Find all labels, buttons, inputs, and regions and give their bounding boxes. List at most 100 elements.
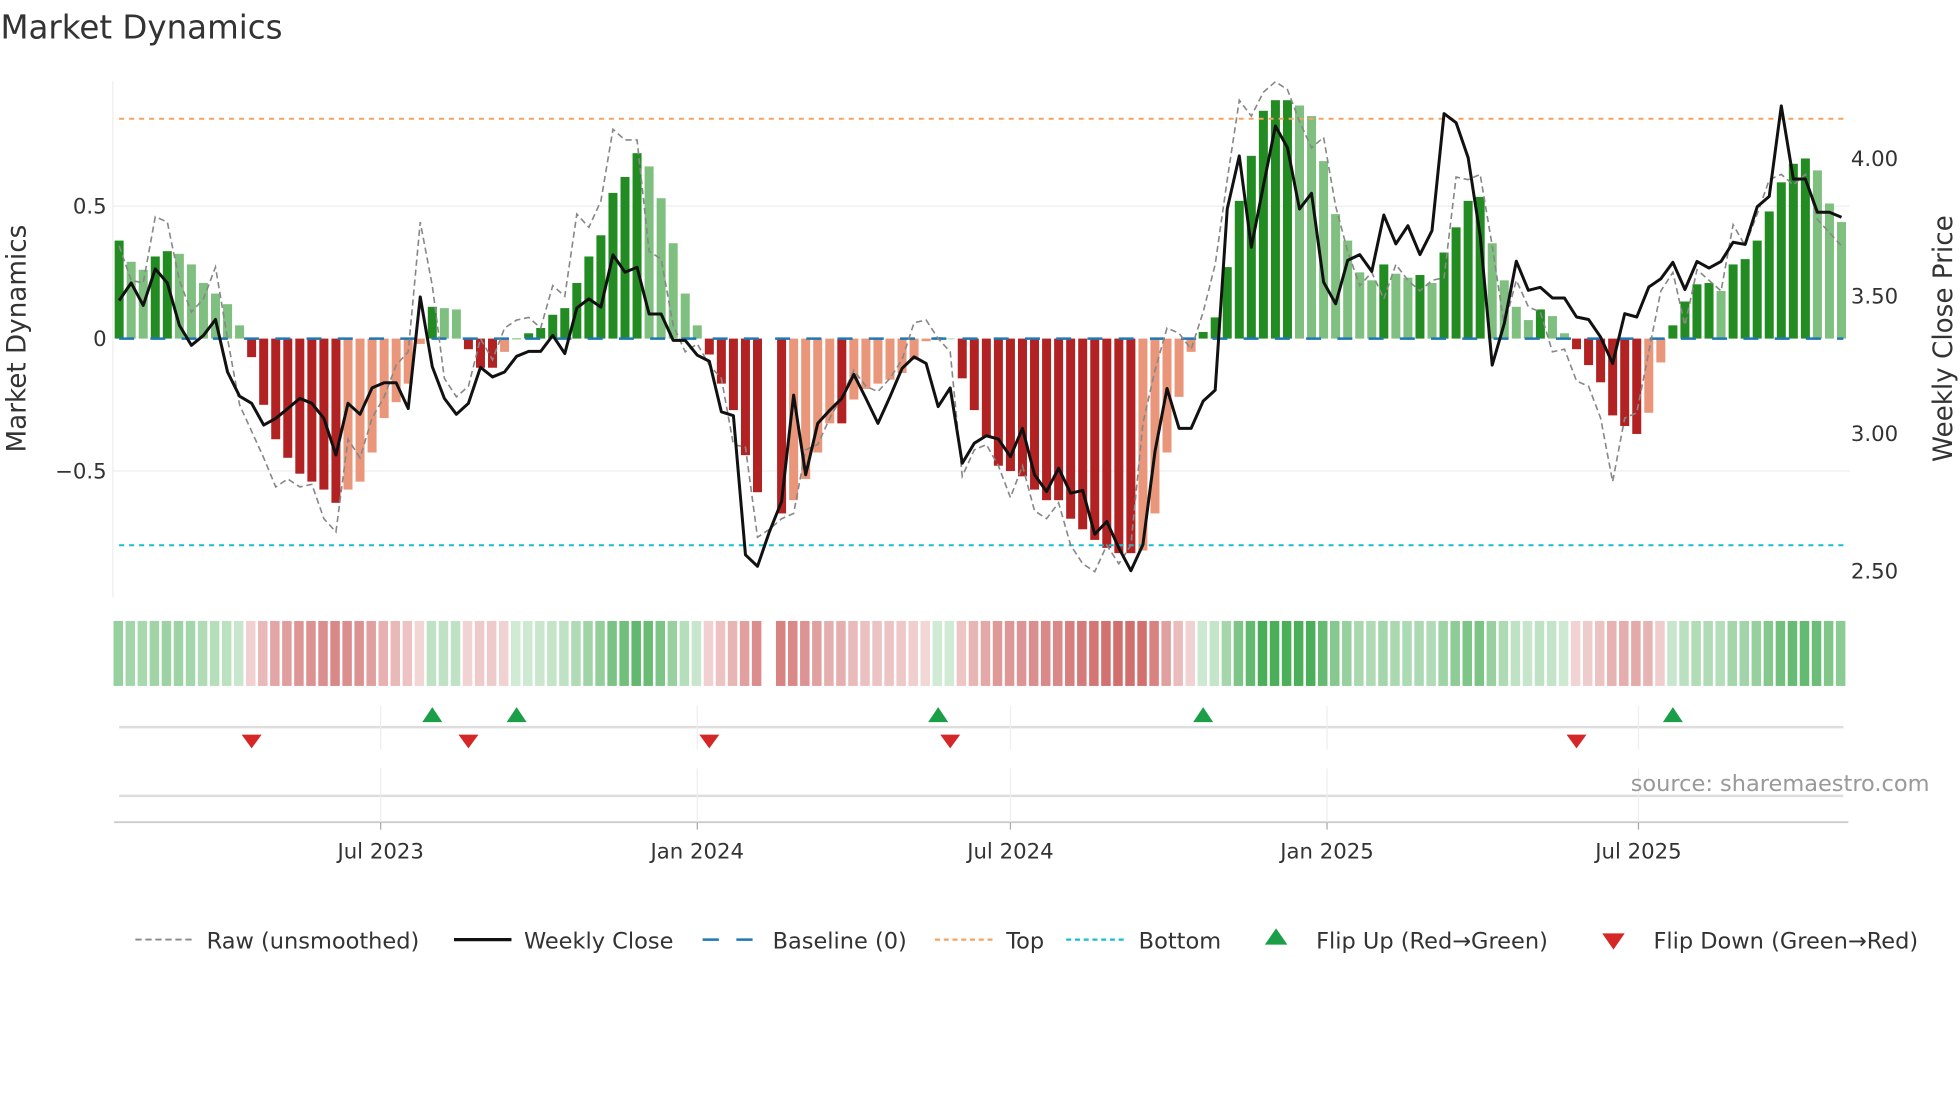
x-axis-ticks: Jul 2023 Jan 2024 Jul 2024 Jan 2025 Jul 2025	[335, 822, 1682, 864]
x-tick-label: Jul 2024	[965, 839, 1053, 864]
dynamics-bar	[728, 338, 738, 411]
dynamics-bar	[560, 308, 570, 339]
regime-strip-cell	[1004, 620, 1015, 686]
x-tick-label: Jul 2023	[335, 839, 423, 864]
dynamics-bar	[1547, 316, 1557, 339]
regime-strip-cell	[462, 620, 473, 686]
regime-strip-cell	[1486, 620, 1497, 686]
y2-tick-label: 4.00	[1851, 147, 1898, 172]
dynamics-bar	[981, 338, 991, 437]
dynamics-bar	[753, 338, 762, 493]
regime-strip-cell	[1546, 620, 1557, 686]
regime-strip-cell	[173, 620, 184, 686]
dynamics-bar	[1572, 338, 1582, 350]
regime-strip-cell	[1281, 620, 1292, 686]
regime-strip-cell	[1619, 620, 1629, 686]
regime-strip-cell	[535, 620, 545, 686]
flip-up-marker	[1193, 707, 1214, 723]
dynamics-bar	[1427, 282, 1437, 339]
regime-strip-cell	[1378, 620, 1388, 686]
regime-strip-cell	[258, 620, 268, 686]
regime-strip-cell	[655, 620, 666, 686]
regime-strip-cell	[643, 620, 653, 686]
dynamics-bar	[1126, 338, 1136, 554]
regime-strip-cell	[1137, 620, 1147, 686]
regime-strip-cell	[848, 620, 858, 686]
regime-strip-cell	[800, 620, 810, 686]
regime-strip-cell	[438, 620, 449, 686]
regime-strip-cell	[1016, 620, 1027, 686]
regime-strip-cell	[354, 620, 364, 686]
regime-strip-cell	[1125, 620, 1135, 686]
y2-tick-label: 3.50	[1851, 285, 1898, 310]
dynamics-bar	[536, 328, 546, 339]
regime-strip-cell	[1402, 620, 1412, 686]
regime-strip-cell	[1426, 620, 1436, 686]
dynamics-bar	[1728, 264, 1738, 339]
dynamics-bar	[1451, 227, 1461, 339]
regime-strip-cell	[450, 620, 461, 686]
regime-strip-cell	[1305, 620, 1316, 686]
flip-down-marker	[940, 734, 961, 749]
regime-strip-cell	[1330, 620, 1340, 686]
regime-strip-cell	[161, 620, 172, 686]
dynamics-bar	[1776, 182, 1786, 339]
regime-strip-cell	[908, 620, 918, 686]
dynamics-bar	[716, 338, 726, 384]
dynamics-bar	[1234, 200, 1244, 339]
regime-strip-cell	[1390, 620, 1400, 686]
dynamics-bar	[439, 308, 449, 339]
dynamics-bar	[680, 293, 690, 339]
dynamics-bar	[873, 338, 883, 384]
dynamics-bar	[740, 338, 750, 456]
regime-strip-cell	[402, 620, 413, 686]
regime-strip-cell	[1065, 620, 1075, 686]
regime-strip-cell	[751, 620, 762, 686]
legend: Raw (unsmoothed) Weekly Close Baseline (0)…	[135, 928, 1918, 954]
dynamics-bar	[969, 338, 979, 411]
regime-strip-cell	[1643, 620, 1653, 686]
regime-strip-cell	[1823, 620, 1834, 686]
regime-strip-cell	[1161, 620, 1171, 686]
regime-strip-cell	[1715, 620, 1725, 686]
legend-label: Bottom	[1139, 928, 1221, 954]
dynamics-bar	[1788, 163, 1798, 339]
flip-down-marker	[1566, 734, 1587, 749]
legend-flip-down-icon	[1602, 933, 1625, 950]
regime-strip-cell	[1462, 620, 1473, 686]
dynamics-bar	[235, 325, 245, 339]
regime-strip-cell	[1040, 620, 1051, 686]
dynamics-bar	[1812, 170, 1822, 339]
flip-down-marker	[458, 734, 479, 749]
dynamics-bar	[1824, 203, 1834, 339]
legend-label: Flip Down (Green→Red)	[1653, 928, 1918, 954]
regime-strip-cell	[390, 620, 401, 686]
regime-strip-cell	[1438, 620, 1448, 686]
dynamics-bar	[1668, 325, 1678, 339]
regime-strip-cell	[788, 620, 798, 686]
dynamics-bar	[1752, 240, 1762, 339]
regime-strip-cell	[125, 620, 136, 686]
regime-strip-cell	[727, 620, 738, 686]
regime-strip-cell	[246, 620, 256, 686]
regime-strip-cell	[836, 620, 846, 686]
regime-strip-cell	[474, 620, 485, 686]
flip-marker-panel	[114, 705, 1849, 825]
regime-strip-cell	[968, 620, 979, 686]
dynamics-bar	[295, 338, 305, 474]
dynamics-bar	[451, 309, 461, 339]
regime-strip-cell	[1474, 620, 1485, 686]
dynamics-bar	[1620, 338, 1630, 427]
legend-label: Flip Up (Red→Green)	[1316, 928, 1548, 954]
regime-strip-cell	[1582, 620, 1593, 686]
regime-strip-cell	[1522, 620, 1533, 686]
dynamics-bar	[1656, 338, 1666, 363]
regime-strip-cell	[739, 620, 750, 686]
market-dynamics-chart: Market Dynamics 0.5 0 −0.5 4.00 3.50 3.00 2.5…	[0, 9, 1959, 955]
regime-strip-cell	[619, 620, 629, 686]
reference-lines	[119, 117, 1844, 547]
dynamics-bar	[1379, 264, 1389, 339]
right-axis-label: Weekly Close Price	[1929, 215, 1959, 462]
regime-strip-cell	[197, 620, 208, 686]
regime-strip-cell	[426, 620, 437, 686]
